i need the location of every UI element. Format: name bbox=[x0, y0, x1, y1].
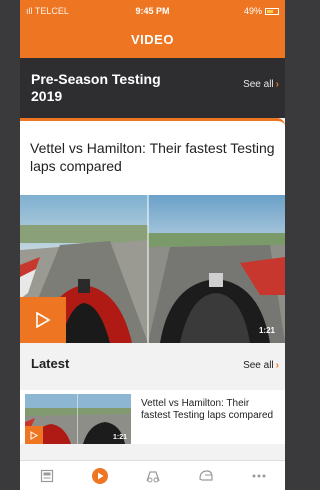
more-icon bbox=[252, 474, 265, 477]
racing-icon bbox=[145, 470, 160, 482]
app-screen: ıll TELCEL 9:45 PM 49% VIDEO Pre-Season … bbox=[20, 0, 285, 490]
featured-video-thumbnail[interactable]: 1:21 bbox=[20, 195, 285, 343]
status-time: 9:45 PM bbox=[135, 6, 170, 16]
section-header: Pre-Season Testing 2019 See all › bbox=[20, 58, 285, 118]
latest-video-title[interactable]: Vettel vs Hamilton: Their fastest Testin… bbox=[141, 398, 279, 422]
helmet-icon bbox=[198, 469, 213, 481]
latest-title: Latest bbox=[31, 356, 70, 371]
see-all-label: See all bbox=[243, 79, 274, 90]
news-icon bbox=[40, 469, 53, 482]
chevron-right-icon: › bbox=[275, 360, 279, 371]
video-duration: 1:21 bbox=[112, 434, 127, 441]
featured-video-title[interactable]: Vettel vs Hamilton: Their fastest Testin… bbox=[30, 139, 275, 175]
play-icon bbox=[30, 430, 38, 440]
tab-drivers[interactable] bbox=[191, 464, 221, 488]
latest-video-thumbnail[interactable]: 1:21 bbox=[25, 394, 131, 444]
play-button[interactable] bbox=[20, 297, 66, 343]
latest-section-header: Latest See all › bbox=[20, 343, 285, 383]
section-title: Pre-Season Testing 2019 bbox=[31, 71, 161, 104]
page-title: VIDEO bbox=[20, 22, 285, 58]
tab-news[interactable] bbox=[32, 464, 62, 488]
tab-video[interactable] bbox=[85, 464, 115, 488]
battery-icon bbox=[265, 7, 279, 15]
list-item[interactable]: 1:21 Vettel vs Hamilton: Their fastest T… bbox=[20, 390, 285, 444]
play-button[interactable] bbox=[25, 426, 43, 444]
featured-video-card[interactable]: Vettel vs Hamilton: Their fastest Testin… bbox=[20, 118, 285, 343]
video-duration: 1:21 bbox=[258, 326, 275, 335]
tab-racing[interactable] bbox=[138, 464, 168, 488]
see-all-label: See all bbox=[243, 360, 274, 371]
play-icon bbox=[36, 311, 51, 329]
see-all-section-link[interactable]: See all › bbox=[243, 79, 279, 90]
see-all-latest-link[interactable]: See all › bbox=[243, 360, 279, 371]
tab-more[interactable] bbox=[244, 464, 274, 488]
tab-bar bbox=[20, 460, 285, 490]
status-bar: ıll TELCEL 9:45 PM 49% bbox=[20, 0, 285, 22]
video-play-icon bbox=[91, 467, 108, 484]
chevron-right-icon: › bbox=[275, 79, 279, 90]
